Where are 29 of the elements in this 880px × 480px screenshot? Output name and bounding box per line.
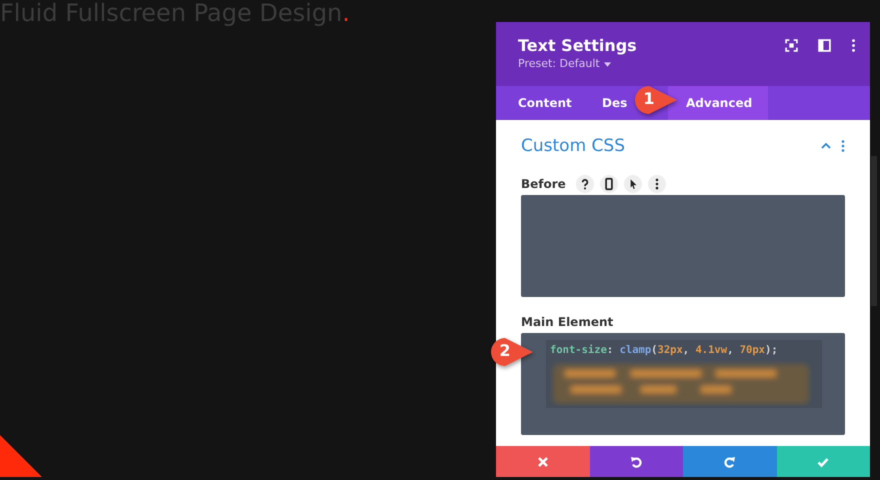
tab[interactable]: Advanced: [668, 86, 768, 120]
callout-badge: 2: [489, 336, 535, 368]
phone-icon[interactable]: [600, 175, 618, 193]
callout-badge: 1: [633, 84, 679, 116]
more-icon[interactable]: [851, 39, 856, 52]
css-input-field[interactable]: [521, 195, 845, 297]
undo-icon: [630, 456, 642, 468]
field-label: Before: [521, 177, 566, 191]
css-input-field[interactable]: font-size: clamp(32px, 4.1vw, 70px);: [521, 333, 845, 435]
help-icon[interactable]: [576, 175, 594, 193]
chevron-icon[interactable]: [821, 143, 831, 149]
redo-icon: [724, 456, 736, 468]
heading-dot: .: [342, 0, 350, 29]
section-title[interactable]: Custom CSS: [521, 136, 625, 156]
corner-triangle-icon: [0, 435, 42, 477]
panel-title: Text Settings: [518, 36, 637, 56]
field-label: Main Element: [521, 315, 614, 329]
check-icon: [817, 456, 830, 468]
scrollbar[interactable]: [871, 156, 877, 306]
code-line: font-size: clamp(32px, 4.1vw, 70px);: [550, 344, 779, 356]
caret-icon[interactable]: [604, 62, 611, 66]
pointer-icon[interactable]: [624, 175, 642, 193]
sidebar-layout-icon[interactable]: [818, 39, 831, 52]
more-icon[interactable]: [648, 175, 666, 193]
preset-dropdown[interactable]: Preset: Default: [518, 56, 637, 72]
fullscreen-icon[interactable]: [785, 39, 798, 52]
close-icon: [536, 456, 549, 468]
tab[interactable]: Des: [592, 86, 630, 120]
tab[interactable]: Content: [496, 86, 592, 120]
